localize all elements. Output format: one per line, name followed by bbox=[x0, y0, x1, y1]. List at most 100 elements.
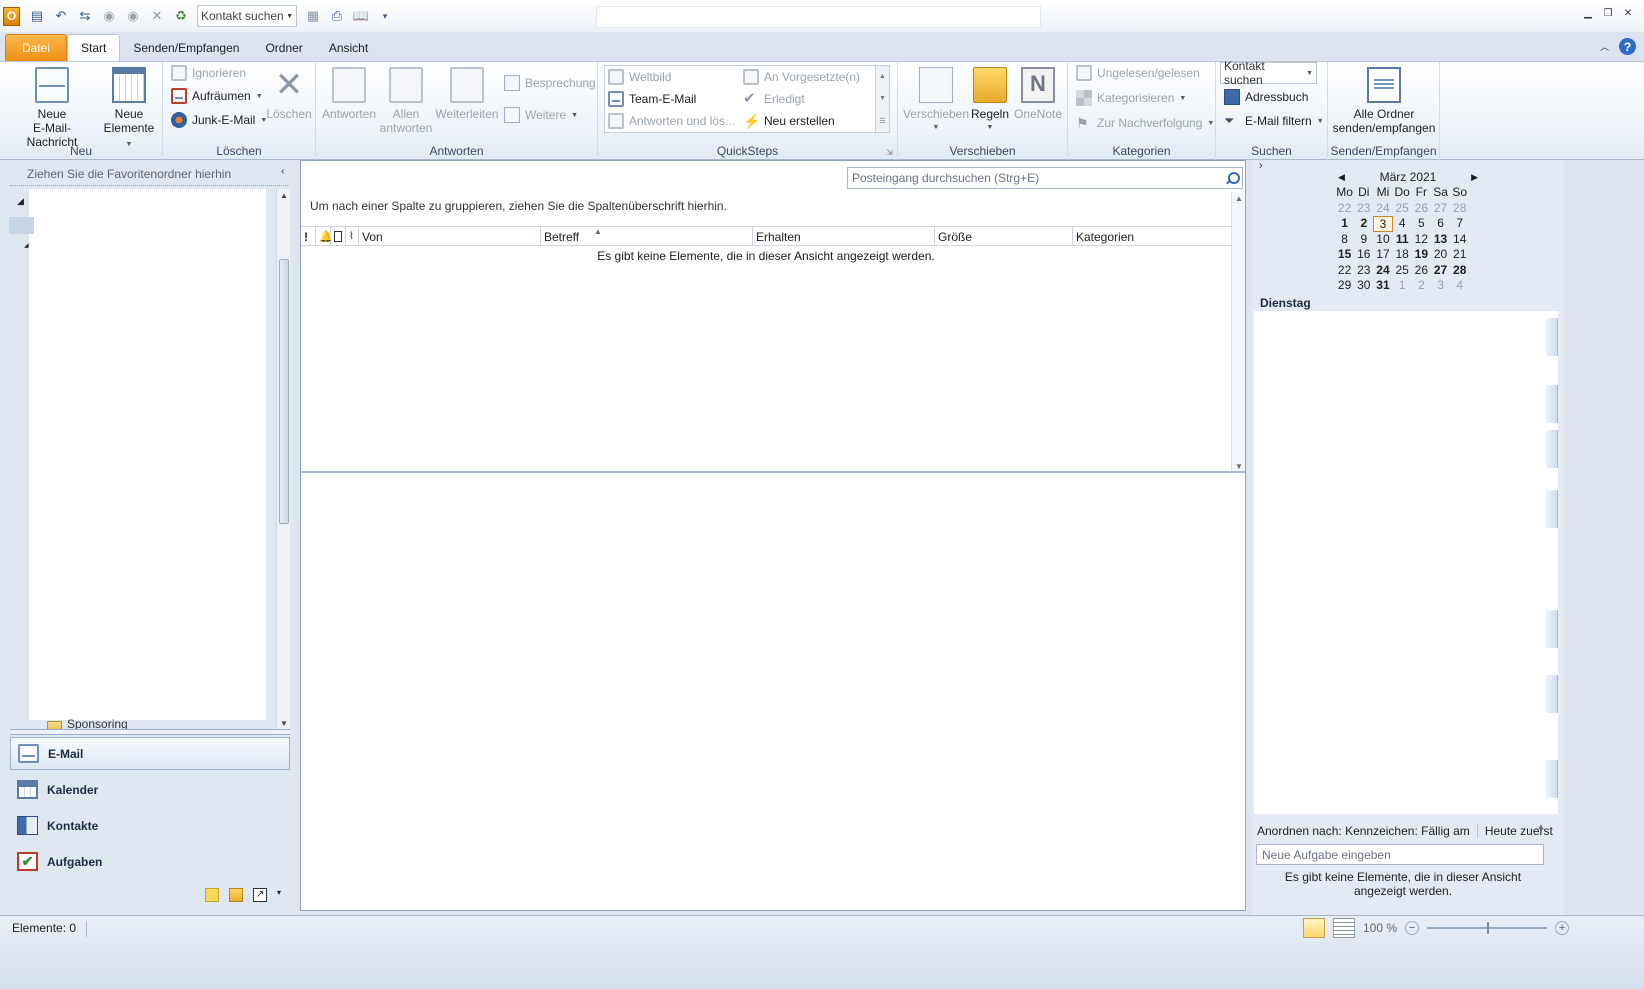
column-subject[interactable]: Betreff bbox=[541, 227, 753, 246]
onenote-button[interactable]: N OneNote bbox=[1012, 67, 1064, 121]
calendar-day[interactable]: 10 bbox=[1373, 232, 1392, 248]
nav-splitter[interactable] bbox=[10, 729, 290, 735]
chevron-down-icon[interactable]: ▼ bbox=[879, 95, 886, 102]
nav-calendar-button[interactable]: Kalender bbox=[10, 773, 290, 806]
ignore-button[interactable]: Ignorieren bbox=[171, 63, 246, 83]
quickstep-to-manager[interactable]: An Vorgesetzte(n) bbox=[743, 67, 860, 87]
nav-mail-button[interactable]: E-Mail bbox=[10, 737, 290, 770]
calendar-day[interactable]: 22 bbox=[1335, 201, 1354, 217]
side-tab[interactable] bbox=[1546, 610, 1558, 648]
reading-view-icon[interactable] bbox=[1333, 918, 1355, 938]
side-tab[interactable] bbox=[1546, 385, 1558, 423]
side-tab[interactable] bbox=[1546, 675, 1558, 713]
print-icon[interactable]: ⎙ bbox=[326, 5, 348, 27]
new-items-button[interactable]: Neue Elemente ▼ bbox=[99, 67, 159, 152]
shortcuts-icon[interactable]: ↗ bbox=[253, 888, 267, 902]
calendar-day-today[interactable]: 3 bbox=[1373, 216, 1393, 232]
image-icon[interactable]: ▦ bbox=[302, 5, 324, 27]
appointments-area[interactable] bbox=[1254, 311, 1546, 814]
calendar-day[interactable]: 8 bbox=[1335, 232, 1354, 248]
folder-sponsoring[interactable]: Sponsoring bbox=[47, 717, 128, 729]
calendar-day[interactable]: 27 bbox=[1431, 201, 1450, 217]
column-importance[interactable]: ! bbox=[301, 227, 316, 246]
contact-search-combo[interactable]: Kontakt suchen ▼ bbox=[1220, 59, 1317, 87]
chevron-up-icon[interactable]: ▲ bbox=[879, 73, 886, 80]
scroll-up-icon[interactable]: ▲ bbox=[280, 191, 288, 200]
folder-tree[interactable] bbox=[9, 189, 266, 720]
send-receive-all-icon[interactable]: ▤ bbox=[26, 5, 48, 27]
qat-contact-search[interactable]: Kontakt suchen ▼ bbox=[197, 5, 297, 27]
calendar-day[interactable]: 6 bbox=[1431, 216, 1450, 232]
nav-contacts-button[interactable]: Kontakte bbox=[10, 809, 290, 842]
calendar-day[interactable]: 3 bbox=[1431, 278, 1450, 294]
tab-send-receive[interactable]: Senden/Empfangen bbox=[120, 34, 252, 61]
calendar-day[interactable]: 9 bbox=[1354, 232, 1373, 248]
forward-button[interactable]: Weiterleiten bbox=[434, 67, 500, 121]
normal-view-icon[interactable] bbox=[1303, 918, 1325, 938]
junk-email-button[interactable]: Junk-E-Mail ▼ bbox=[171, 110, 267, 130]
calendar-day[interactable]: 17 bbox=[1373, 247, 1392, 263]
empty-trash-icon[interactable]: ♻ bbox=[170, 5, 192, 27]
column-reminder[interactable]: 🔔 bbox=[316, 227, 333, 246]
address-book-icon[interactable]: 📖 bbox=[350, 5, 372, 27]
expand-todo-icon[interactable]: › bbox=[1259, 160, 1263, 172]
message-list-scrollbar[interactable]: ▲ ▼ bbox=[1231, 192, 1245, 472]
cleanup-button[interactable]: Aufräumen ▼ bbox=[171, 86, 263, 106]
dialog-launcher-icon[interactable]: ⇲ bbox=[886, 148, 893, 157]
calendar-day[interactable]: 14 bbox=[1450, 232, 1469, 248]
reply-all-button[interactable]: Allen antworten bbox=[378, 67, 434, 135]
expand-triangle-icon[interactable]: ◢ bbox=[17, 196, 24, 207]
scroll-down-icon[interactable]: ▼ bbox=[280, 719, 288, 728]
quickstep-done[interactable]: ✔ Erledigt bbox=[743, 89, 805, 109]
calendar-day[interactable]: 7 bbox=[1450, 216, 1469, 232]
tab-file[interactable]: Datei bbox=[5, 34, 68, 61]
column-received[interactable]: Erhalten bbox=[753, 227, 935, 246]
prev-month-icon[interactable]: ◀ bbox=[1338, 172, 1345, 183]
meeting-button[interactable]: Besprechung bbox=[504, 73, 596, 93]
calendar-day[interactable]: 25 bbox=[1393, 201, 1412, 217]
calendar-day[interactable]: 28 bbox=[1450, 263, 1469, 279]
scroll-up-icon[interactable]: ▲ bbox=[1235, 194, 1243, 203]
calendar-day[interactable]: 21 bbox=[1450, 247, 1469, 263]
scroll-down-icon[interactable]: ▼ bbox=[1235, 462, 1243, 471]
close-icon[interactable]: ✕ bbox=[1620, 6, 1636, 20]
task-arrange-bar[interactable]: Anordnen nach: Kennzeichen: Fällig am He… bbox=[1257, 824, 1553, 838]
delete-button[interactable]: ✕ Löschen bbox=[265, 67, 313, 121]
undo-icon[interactable]: ↶ bbox=[50, 5, 72, 27]
zoom-out-icon[interactable]: − bbox=[1405, 921, 1420, 935]
folder-tree-scrollbar[interactable]: ▲ ▼ bbox=[276, 189, 290, 729]
calendar-day[interactable]: 27 bbox=[1431, 263, 1450, 279]
back-icon[interactable]: ◉ bbox=[98, 5, 120, 27]
calendar-day[interactable]: 24 bbox=[1373, 263, 1392, 279]
reading-pane-divider[interactable] bbox=[301, 471, 1245, 473]
column-size[interactable]: Größe bbox=[935, 227, 1073, 246]
minimize-ribbon-icon[interactable]: ︿ bbox=[1600, 40, 1609, 53]
calendar-day[interactable]: 23 bbox=[1354, 201, 1373, 217]
restore-icon[interactable]: ❐ bbox=[1600, 6, 1616, 20]
side-tab[interactable] bbox=[1546, 318, 1558, 356]
zoom-slider[interactable] bbox=[1427, 922, 1548, 934]
side-tab[interactable] bbox=[1546, 430, 1558, 468]
search-icon[interactable] bbox=[1225, 171, 1240, 185]
forward-icon[interactable]: ◉ bbox=[122, 5, 144, 27]
side-tab[interactable] bbox=[1546, 760, 1558, 798]
calendar-day[interactable]: 30 bbox=[1354, 278, 1373, 294]
calendar-day[interactable]: 16 bbox=[1354, 247, 1373, 263]
folder-list-icon[interactable] bbox=[229, 888, 243, 902]
quickstep-create-new[interactable]: ⚡ Neu erstellen bbox=[743, 111, 835, 131]
side-tab[interactable] bbox=[1546, 490, 1558, 528]
next-month-icon[interactable]: ▶ bbox=[1471, 172, 1478, 183]
column-categories[interactable]: Kategorien bbox=[1073, 227, 1231, 246]
tab-view[interactable]: Ansicht bbox=[316, 34, 381, 61]
calendar-day[interactable]: 4 bbox=[1450, 278, 1469, 294]
help-icon[interactable]: ? bbox=[1619, 38, 1636, 55]
outlook-logo-icon[interactable]: O bbox=[3, 6, 20, 26]
inbox-search-input[interactable]: Posteingang durchsuchen (Strg+E) bbox=[847, 167, 1243, 189]
quickstep-reply-delete[interactable]: Antworten und lös... bbox=[608, 111, 735, 131]
send-receive-all-button[interactable]: Alle Ordner senden/empfangen bbox=[1330, 67, 1438, 135]
rules-button[interactable]: Regeln ▼ bbox=[970, 67, 1010, 135]
configure-buttons-icon[interactable]: ▾ bbox=[277, 888, 285, 902]
calendar-day[interactable]: 24 bbox=[1373, 201, 1392, 217]
scroll-thumb[interactable] bbox=[279, 259, 289, 524]
calendar-day[interactable]: 19 bbox=[1412, 247, 1431, 263]
